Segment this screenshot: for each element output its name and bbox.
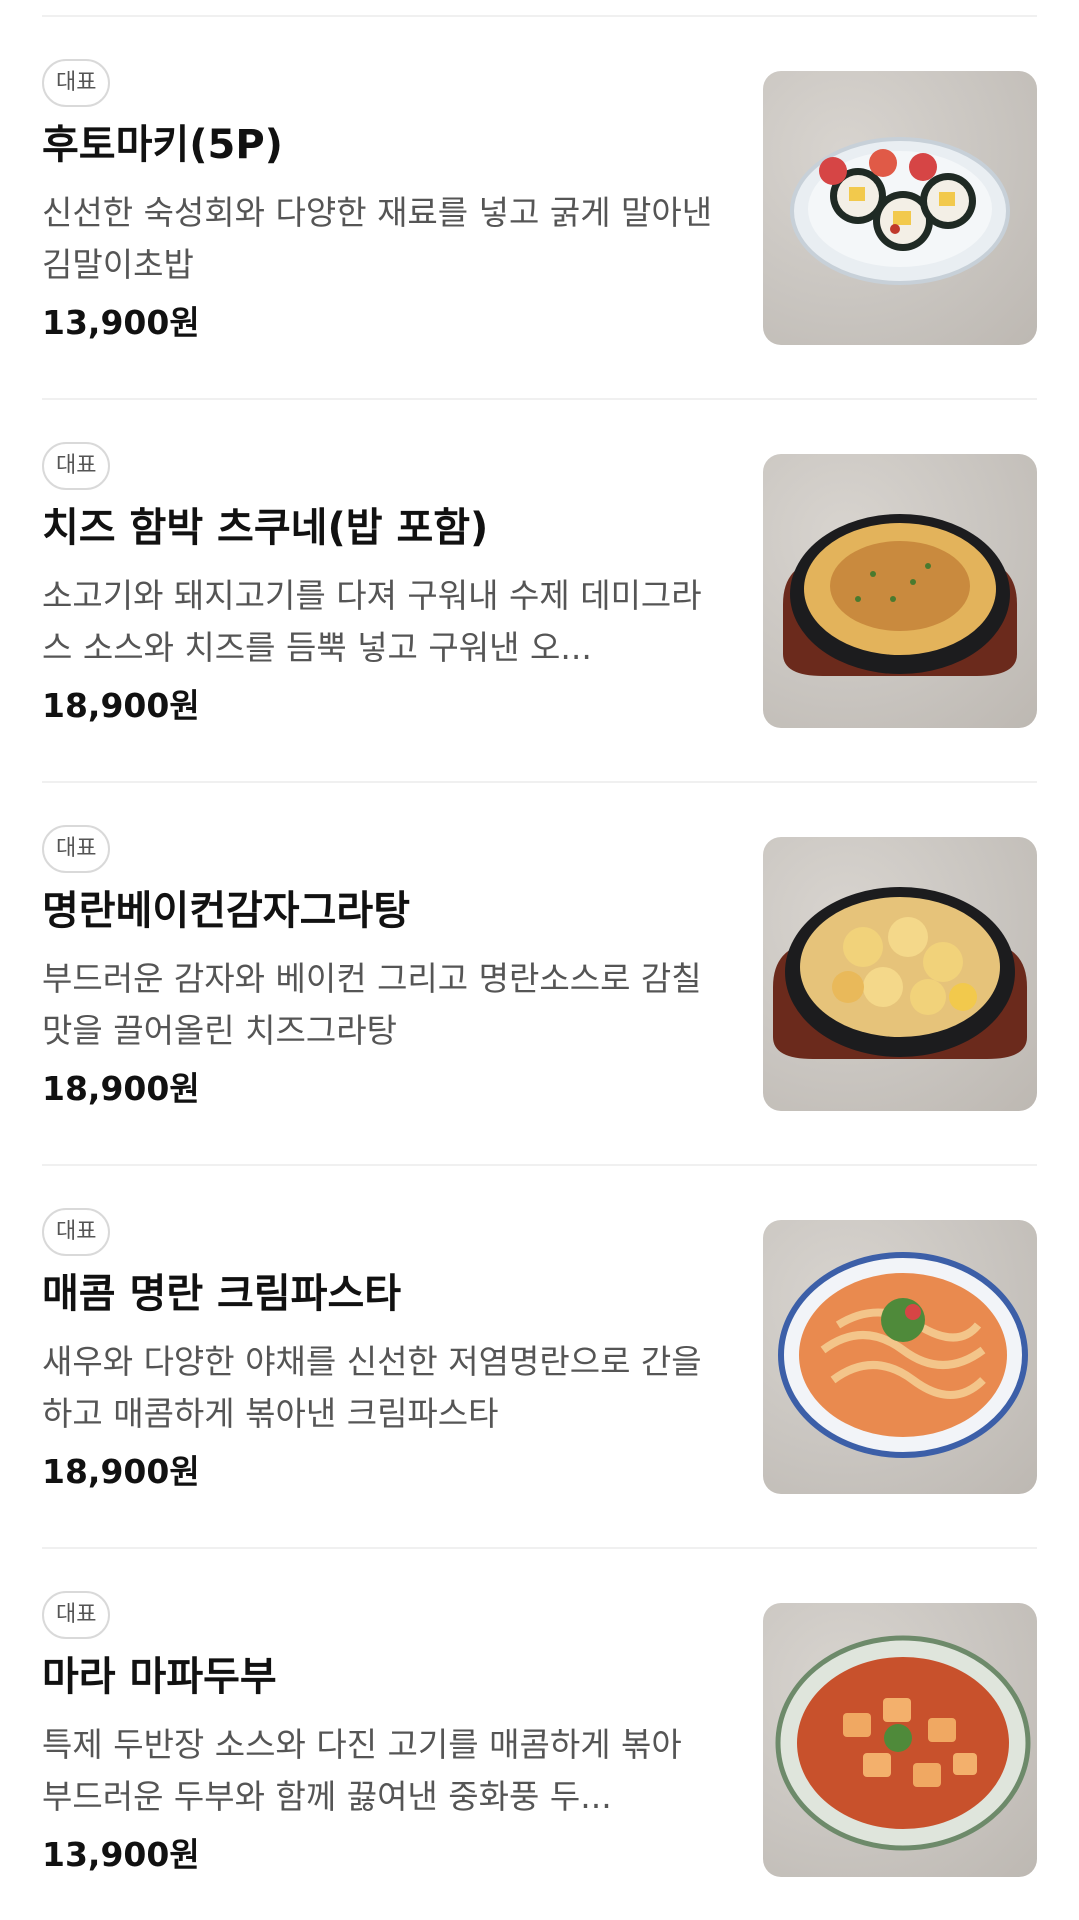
menu-item-description: 새우와 다양한 야채를 신선한 저염명란으로 간을 하고 매콤하게 볶아낸 크림… xyxy=(42,1342,702,1433)
menu-item-name: 치즈 함박 츠쿠네(밥 포함) xyxy=(42,505,489,551)
cream-pasta-illustration xyxy=(778,1252,1028,1458)
menu-item-price: 13,900원 xyxy=(42,1835,200,1874)
menu-item-name: 매콤 명란 크림파스타 xyxy=(42,1271,402,1317)
menu-item-price: 18,900원 xyxy=(42,1452,200,1491)
menu-item[interactable]: 대표 매콤 명란 크림파스타 새우와 다양한 야채를 신선한 저염명란으로 간을… xyxy=(42,1166,1037,1549)
potato-gratin-illustration xyxy=(773,887,1027,1059)
futomaki-illustration xyxy=(790,137,1010,285)
cheese-hamburg-illustration xyxy=(783,514,1017,676)
potato-gratin-photo[interactable] xyxy=(763,837,1037,1111)
menu-item-price: 18,900원 xyxy=(42,686,200,725)
menu-item[interactable]: 대표 후토마키(5P) 신선한 숙성회와 다양한 재료를 넣고 굵게 말아낸 김… xyxy=(42,17,1037,400)
futomaki-photo[interactable] xyxy=(763,71,1037,345)
menu-item-description: 특제 두반장 소스와 다진 고기를 매콤하게 볶아 부드러운 두부와 함께 끓여… xyxy=(42,1725,682,1816)
cheese-hamburg-photo[interactable] xyxy=(763,454,1037,728)
menu-item[interactable]: 대표 치즈 함박 츠쿠네(밥 포함) 소고기와 돼지고기를 다져 구워내 수제 … xyxy=(42,400,1037,783)
signature-badge: 대표 xyxy=(42,59,111,107)
menu-page: 대표 후토마키(5P) 신선한 숙성회와 다양한 재료를 넣고 굵게 말아낸 김… xyxy=(0,0,1079,1920)
signature-badge: 대표 xyxy=(42,825,111,873)
menu-item-price: 18,900원 xyxy=(42,1069,200,1108)
menu-item-name: 후토마키(5P) xyxy=(42,122,283,168)
signature-badge: 대표 xyxy=(42,1591,111,1639)
cream-pasta-photo[interactable] xyxy=(763,1220,1037,1494)
signature-badge: 대표 xyxy=(42,442,111,490)
menu-item[interactable]: 대표 명란베이컨감자그라탕 부드러운 감자와 베이컨 그리고 명란소스로 감칠맛… xyxy=(42,783,1037,1166)
menu-item-name: 명란베이컨감자그라탕 xyxy=(42,888,410,934)
menu-item-description: 소고기와 돼지고기를 다져 구워내 수제 데미그라스 소스와 치즈를 듬뿍 넣고… xyxy=(42,576,702,667)
menu-item-name: 마라 마파두부 xyxy=(42,1654,277,1700)
menu-item-description: 신선한 숙성회와 다양한 재료를 넣고 굵게 말아낸 김말이초밥 xyxy=(42,193,713,284)
menu-item-price: 13,900원 xyxy=(42,303,200,342)
menu-item[interactable]: 대표 마라 마파두부 특제 두반장 소스와 다진 고기를 매콤하게 볶아 부드러… xyxy=(42,1549,1037,1920)
mapo-tofu-photo[interactable] xyxy=(763,1603,1037,1877)
menu-list: 대표 후토마키(5P) 신선한 숙성회와 다양한 재료를 넣고 굵게 말아낸 김… xyxy=(0,17,1079,1920)
mapo-tofu-illustration xyxy=(775,1635,1031,1851)
menu-item-description: 부드러운 감자와 베이컨 그리고 명란소스로 감칠맛을 끌어올린 치즈그라탕 xyxy=(42,959,702,1050)
signature-badge: 대표 xyxy=(42,1208,111,1256)
